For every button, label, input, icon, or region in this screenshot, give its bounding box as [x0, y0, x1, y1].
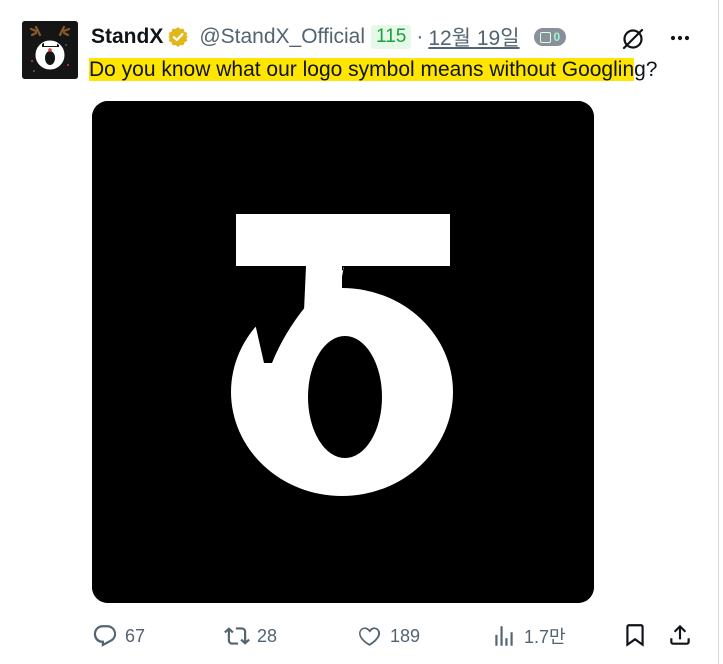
reply-count: 67	[125, 625, 146, 646]
views-icon	[495, 626, 513, 646]
repost-button[interactable]: 28	[224, 618, 277, 654]
score-badge: 115	[371, 25, 412, 49]
share-icon[interactable]	[667, 622, 693, 653]
like-count: 189	[390, 625, 421, 646]
highlighted-text: Do you know what our logo symbol means w…	[89, 58, 635, 81]
reply-icon	[93, 625, 117, 647]
like-button[interactable]: 189	[357, 618, 420, 654]
x-count-badge[interactable]: 0	[533, 28, 567, 46]
repost-count: 28	[257, 625, 278, 646]
verified-badge-icon[interactable]	[167, 26, 189, 48]
x-box-icon	[539, 31, 551, 43]
more-icon[interactable]	[668, 26, 692, 56]
tweet-card: StandX @StandX_Official 115 · 12월 19일 0	[0, 0, 719, 664]
author-handle[interactable]: @StandX_Official	[199, 25, 365, 49]
author-name[interactable]: StandX	[91, 25, 163, 49]
reply-button[interactable]: 67	[92, 618, 145, 654]
views-button[interactable]: 1.7만	[491, 618, 566, 654]
logo-symbol-image	[92, 101, 594, 603]
tweet-text-rest: g?	[634, 58, 658, 81]
tweet-actions: 67 28 189 1.7만	[0, 618, 719, 654]
like-icon	[359, 627, 381, 646]
separator-dot: ·	[416, 25, 424, 48]
repost-icon	[224, 627, 250, 645]
bookmark-icon[interactable]	[622, 622, 648, 653]
tweet-text: Do you know what our logo symbol means w…	[89, 57, 657, 83]
x-count-value: 0	[553, 30, 561, 44]
tweet-header: StandX @StandX_Official 115 · 12월 19일 0	[91, 22, 698, 52]
tweet-date-link[interactable]: 12월 19일	[428, 22, 519, 52]
tweet-image[interactable]	[92, 101, 594, 603]
avatar[interactable]	[22, 21, 78, 79]
views-count: 1.7만	[524, 627, 566, 647]
grok-icon[interactable]	[620, 26, 646, 58]
